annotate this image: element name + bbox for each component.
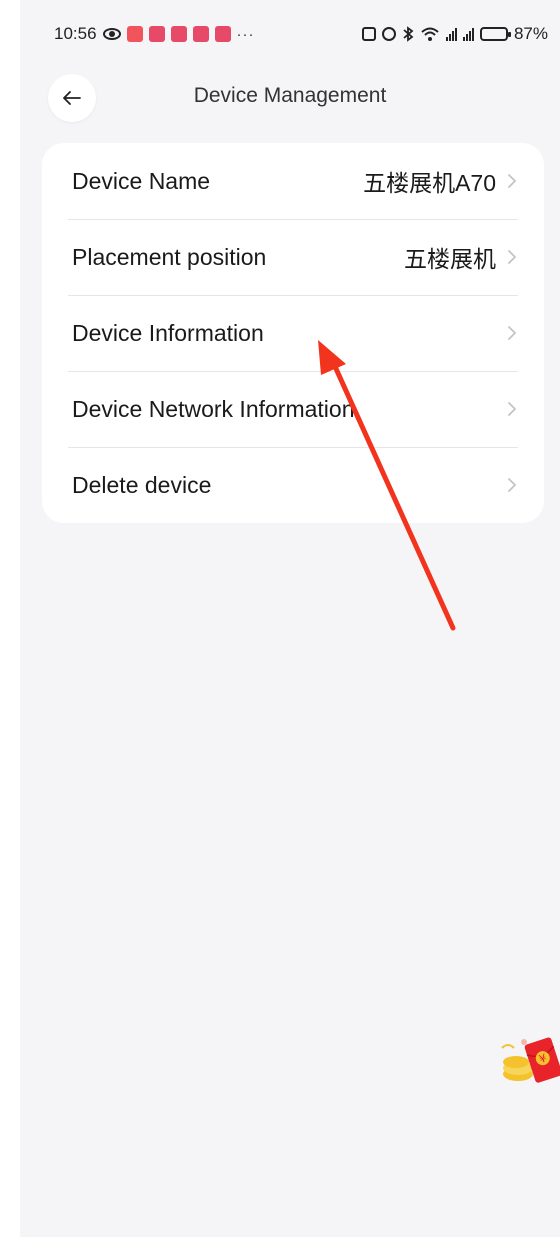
chevron-right-icon — [508, 250, 516, 264]
page-title: Device Management — [193, 84, 387, 107]
status-left: 10:56 ··· — [54, 24, 255, 44]
more-notifications-icon: ··· — [236, 25, 255, 43]
row-value: 五楼展机 — [404, 246, 496, 272]
row-label: Placement position — [72, 243, 267, 270]
row-label: Device Network Information — [72, 395, 355, 422]
chevron-right-icon — [508, 174, 516, 188]
eye-comfort-icon — [102, 28, 121, 40]
notification-app-icon — [148, 26, 165, 42]
row-label: Delete device — [72, 471, 212, 498]
device-information-row[interactable]: Device Information — [42, 295, 544, 371]
chevron-right-icon — [508, 478, 516, 492]
notification-app-icon — [192, 26, 209, 42]
row-label: Device Information — [72, 319, 264, 346]
red-envelope-icon: ¥ — [501, 1037, 560, 1083]
device-settings-card: Device Name 五楼展机A70 Placement position 五… — [42, 143, 544, 523]
notification-app-icon — [214, 26, 231, 42]
delete-device-row[interactable]: Delete device — [42, 447, 544, 523]
status-right: 87% — [361, 24, 548, 44]
app-screen: 10:56 ··· 87% Device Management Device N… — [20, 0, 560, 1237]
row-value: 五楼展机A70 — [363, 170, 496, 196]
row-label: Device Name — [72, 167, 211, 194]
chevron-right-icon — [508, 326, 516, 340]
status-bar: 10:56 ··· 87% — [20, 0, 560, 70]
notification-app-icon — [170, 26, 187, 42]
bluetooth-icon — [403, 26, 414, 42]
alarm-icon — [381, 27, 396, 41]
wifi-icon — [421, 27, 439, 41]
red-packet-float-button[interactable]: ¥ — [494, 1030, 560, 1090]
battery-percent: 87% — [513, 24, 548, 43]
top-navigation: Device Management — [20, 68, 560, 126]
battery-icon — [479, 27, 511, 41]
device-network-information-row[interactable]: Device Network Information — [42, 371, 544, 447]
shield-app-icon — [126, 26, 143, 42]
signal-4g-icon — [462, 27, 474, 41]
device-name-row[interactable]: Device Name 五楼展机A70 — [42, 143, 544, 219]
signal-5g-icon — [445, 27, 457, 41]
nfc-icon — [361, 27, 376, 41]
status-time: 10:56 — [54, 24, 97, 43]
chevron-right-icon — [508, 402, 516, 416]
placement-position-row[interactable]: Placement position 五楼展机 — [42, 219, 544, 295]
